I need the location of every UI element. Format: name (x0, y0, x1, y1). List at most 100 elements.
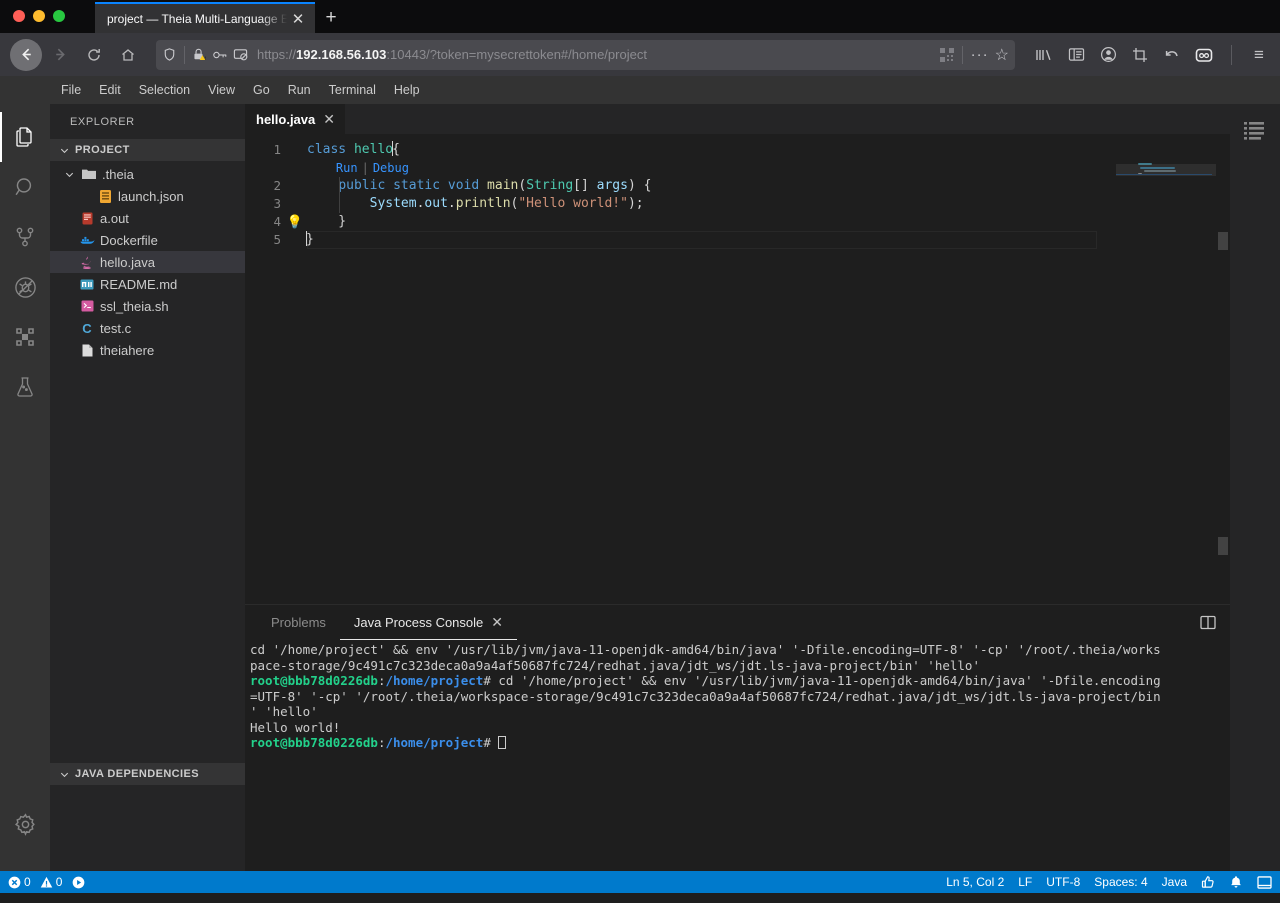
java-dependencies-header[interactable]: JAVA DEPENDENCIES (50, 763, 245, 785)
project-section-header[interactable]: PROJECT (50, 139, 245, 161)
tree-item-hello-java[interactable]: hello.java (50, 251, 245, 273)
code-lines[interactable]: class hello{ Run | Debug public static voi… (306, 134, 1116, 604)
cursor-position[interactable]: Ln 5, Col 2 (946, 875, 1004, 889)
terminal-line-prompt: root@bbb78d0226db:/home/project# cd '/ho… (250, 673, 1230, 689)
encoding-indicator[interactable]: UTF-8 (1046, 875, 1080, 889)
qr-icon[interactable] (939, 47, 954, 62)
terminal-line-prompt-active: root@bbb78d0226db:/home/project# (250, 735, 1230, 751)
terminal-prompt-tail: # (483, 735, 499, 750)
url-bar[interactable]: https://192.168.56.103:10443/?token=myse… (156, 39, 1015, 70)
panel-tab-java-process-console[interactable]: Java Process Console ✕ (339, 605, 517, 640)
home-button[interactable] (112, 39, 144, 71)
shield-icon[interactable] (162, 47, 177, 62)
chevron-down-icon[interactable] (63, 169, 76, 180)
chevron-down-icon[interactable] (58, 145, 71, 156)
code-lens-row[interactable]: Run | Debug (307, 159, 1116, 177)
minimize-window-button[interactable] (33, 10, 45, 22)
tree-item-theiahere[interactable]: theiahere (50, 339, 245, 361)
browser-tab[interactable]: project — Theia Multi-Language Exa ✕ (95, 2, 315, 33)
close-window-button[interactable] (13, 10, 25, 22)
eol-indicator[interactable]: LF (1018, 875, 1032, 889)
tree-item-readme-md[interactable]: README.md (50, 273, 245, 295)
code-editor[interactable]: 1 2 3 💡 4 5 class hello{ Run | Debug pub… (245, 134, 1230, 604)
chevron-down-icon[interactable] (58, 769, 71, 780)
activity-debug[interactable] (0, 262, 50, 312)
close-icon[interactable]: ✕ (323, 111, 335, 128)
tree-item-ssl-theia-sh[interactable]: ssl_theia.sh (50, 295, 245, 317)
activity-search[interactable] (0, 162, 50, 212)
tree-item-theia[interactable]: .theia (50, 163, 245, 185)
lock-warning-icon[interactable] (192, 47, 207, 62)
sidebar-icon[interactable] (1065, 44, 1087, 66)
split-panel-icon[interactable] (1200, 615, 1216, 630)
menu-run[interactable]: Run (279, 80, 320, 101)
codelens-debug[interactable]: Debug (373, 161, 409, 175)
window-controls[interactable] (13, 10, 65, 22)
code-line-4[interactable]: } (307, 213, 1116, 231)
account-icon[interactable] (1097, 44, 1119, 66)
activity-testing[interactable] (0, 362, 50, 412)
terminal-path: /home/project (385, 735, 484, 750)
terminal-user: root@bbb78d0226db (250, 735, 378, 750)
library-icon[interactable] (1033, 44, 1055, 66)
editor-vertical-scrollbar[interactable] (1216, 134, 1230, 604)
permissions-icon[interactable] (212, 48, 228, 62)
new-tab-button[interactable]: + (315, 2, 347, 33)
screenshot-icon[interactable] (1129, 44, 1151, 66)
bell-icon[interactable] (1229, 875, 1243, 889)
activity-explorer[interactable] (0, 112, 50, 162)
activity-source-control[interactable] (0, 212, 50, 262)
outline-icon[interactable] (1240, 116, 1270, 146)
lightbulb-icon[interactable]: 💡 (287, 214, 303, 232)
project-section-label: PROJECT (75, 144, 130, 156)
forward-button[interactable] (44, 39, 76, 71)
editor-tab-label: hello.java (256, 112, 316, 127)
settings-gear-icon[interactable] (0, 799, 50, 849)
language-indicator[interactable]: Java (1162, 875, 1187, 889)
tree-item-a-out[interactable]: a.out (50, 207, 245, 229)
run-icon[interactable] (72, 876, 85, 889)
close-icon[interactable]: ✕ (491, 614, 503, 631)
tree-item-dockerfile[interactable]: Dockerfile (50, 229, 245, 251)
tracking-blocked-icon[interactable] (233, 47, 248, 62)
code-line-5[interactable]: } (306, 231, 1097, 249)
back-button[interactable] (10, 38, 42, 71)
menu-view[interactable]: View (199, 80, 244, 101)
token: ) { (627, 178, 652, 193)
editor-tab-hello-java[interactable]: hello.java ✕ (245, 104, 345, 134)
codelens-run[interactable]: Run (336, 161, 358, 175)
menu-help[interactable]: Help (385, 80, 429, 101)
menu-selection[interactable]: Selection (130, 80, 199, 101)
tree-item-test-c[interactable]: C test.c (50, 317, 245, 339)
code-line-3[interactable]: System.out.println("Hello world!"); (307, 195, 1116, 213)
layout-icon[interactable] (1257, 875, 1272, 889)
url-text[interactable]: https://192.168.56.103:10443/?token=myse… (253, 47, 935, 62)
tree-item-launch-json[interactable]: launch.json (50, 185, 245, 207)
menu-edit[interactable]: Edit (90, 80, 130, 101)
minimap[interactable] (1116, 134, 1216, 604)
indentation-indicator[interactable]: Spaces: 4 (1094, 875, 1147, 889)
close-icon[interactable]: ✕ (289, 10, 307, 28)
bookmark-star-icon[interactable]: ☆ (995, 45, 1009, 65)
code-line-2[interactable]: public static void main(String[] args) { (307, 177, 1116, 195)
activity-extensions[interactable] (0, 312, 50, 362)
more-actions-icon[interactable]: ··· (971, 46, 989, 63)
maximize-window-button[interactable] (53, 10, 65, 22)
menu-terminal[interactable]: Terminal (320, 80, 385, 101)
code-line-1[interactable]: class hello{ (307, 141, 1116, 159)
status-problems[interactable]: 0 0 (8, 875, 62, 889)
line-number: 💡 4 (245, 213, 307, 231)
undo-icon[interactable] (1161, 44, 1183, 66)
thumbs-up-icon[interactable] (1201, 875, 1215, 889)
menu-icon[interactable]: ≡ (1248, 44, 1270, 66)
reload-button[interactable] (78, 39, 110, 71)
terminal-user: root@bbb78d0226db (250, 673, 378, 688)
container-icon[interactable] (1193, 44, 1215, 66)
panel-tab-problems[interactable]: Problems (257, 605, 340, 640)
menu-file[interactable]: File (52, 80, 90, 101)
tabbar-filler (344, 104, 1230, 134)
token: ( (518, 178, 527, 193)
terminal-output[interactable]: cd '/home/project' && env '/usr/lib/jvm/… (245, 640, 1230, 871)
docker-icon (79, 232, 95, 248)
menu-go[interactable]: Go (244, 80, 279, 101)
